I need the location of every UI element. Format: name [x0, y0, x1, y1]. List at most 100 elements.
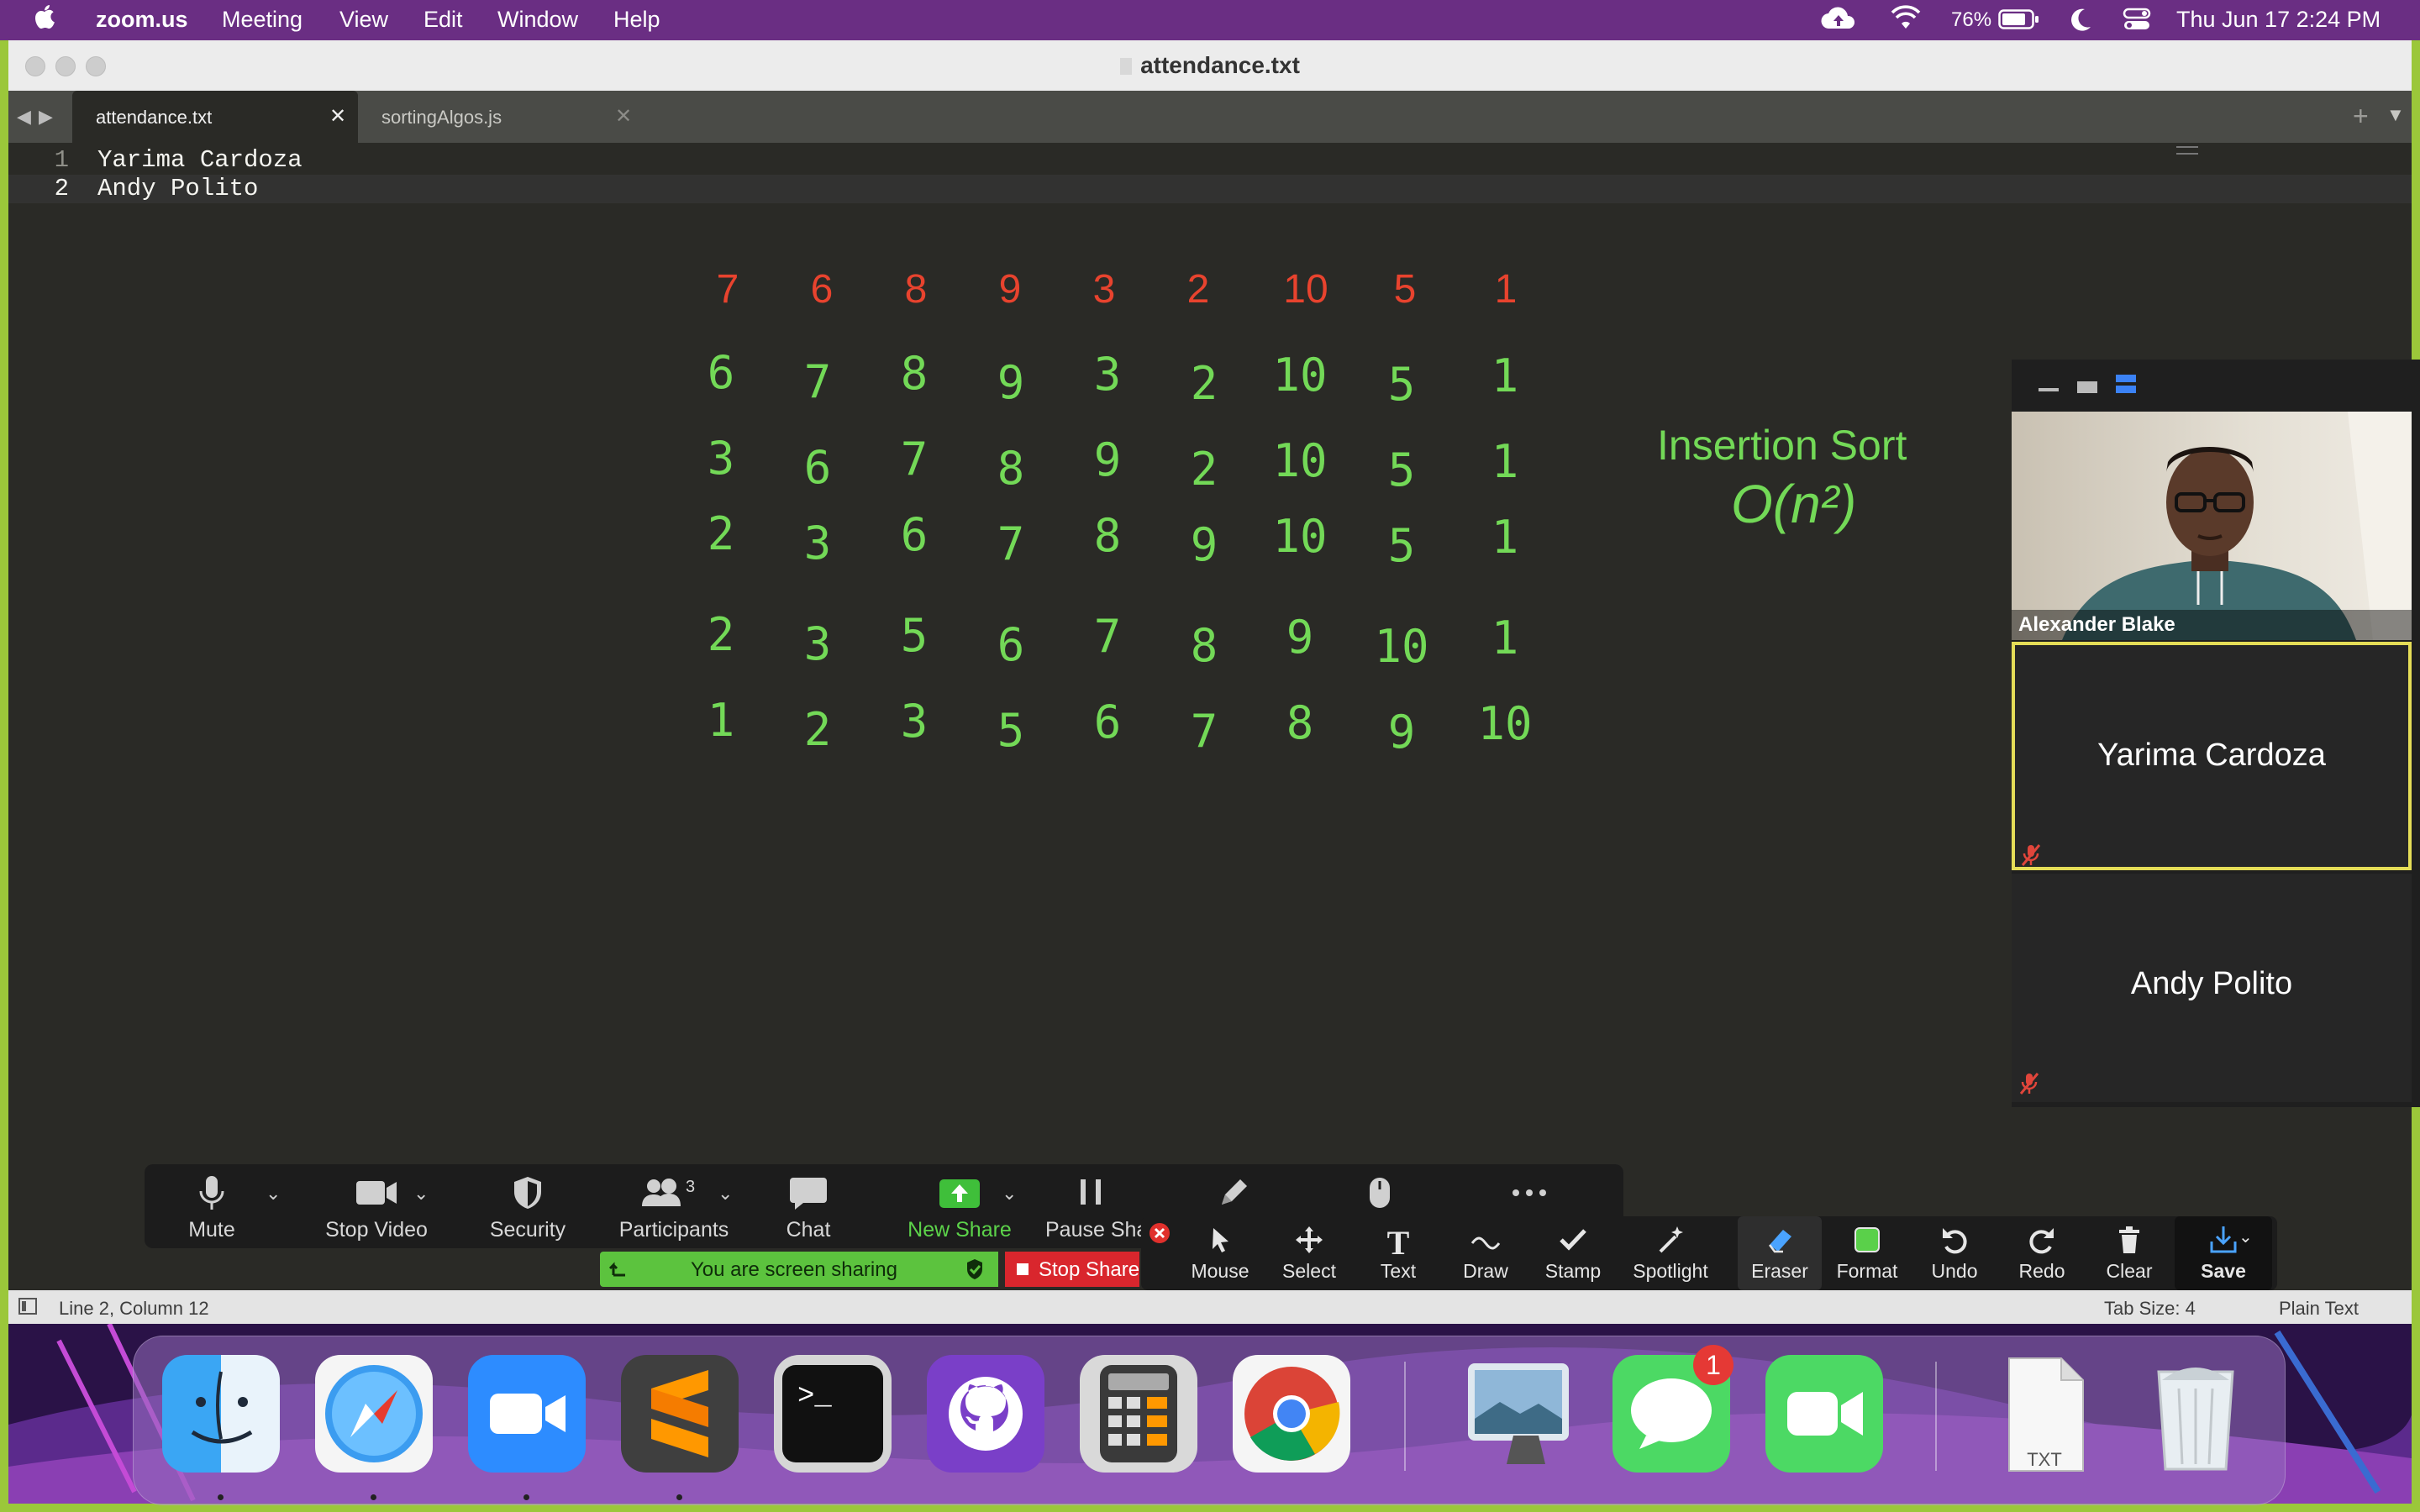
menu-app-name[interactable]: zoom.us — [96, 7, 188, 33]
original-array-value: 7 — [717, 267, 739, 312]
mute-button[interactable]: Mute — [170, 1164, 254, 1248]
control-center-icon[interactable] — [2123, 7, 2151, 38]
chevron-down-icon[interactable]: ⌄ — [2238, 1226, 2253, 1247]
security-label: Security — [489, 1218, 566, 1242]
battery-icon[interactable] — [1998, 8, 2040, 36]
toggle-sidebar-icon[interactable] — [18, 1298, 37, 1315]
safari-icon[interactable] — [315, 1355, 433, 1473]
annotate-select-button[interactable]: Select — [1265, 1216, 1353, 1290]
new-tab-icon[interactable]: + — [2353, 101, 2369, 132]
participants-label: Participants — [618, 1218, 729, 1242]
participants-button[interactable]: 3 Participants — [598, 1164, 750, 1248]
annotate-draw-button[interactable]: Draw — [1444, 1216, 1528, 1290]
new-share-button[interactable]: New Share — [884, 1164, 1035, 1248]
terminal-icon[interactable]: >_ — [774, 1355, 892, 1473]
notification-badge: 1 — [1693, 1345, 1733, 1385]
chrome-icon[interactable] — [1233, 1355, 1350, 1473]
preview-icon[interactable] — [1460, 1355, 1577, 1473]
tab-back-icon[interactable]: ◀ — [17, 106, 31, 128]
txt-document-icon[interactable]: TXT — [1986, 1355, 2103, 1473]
sort-pass-4-value: 2 — [708, 608, 735, 661]
close-annotation-icon[interactable] — [1148, 1221, 1171, 1249]
annotate-spotlight-button[interactable]: Spotlight — [1620, 1216, 1721, 1290]
original-array-value: 6 — [811, 267, 834, 312]
annotate-text-button[interactable]: T Text — [1356, 1216, 1440, 1290]
chevron-down-icon[interactable]: ⌄ — [413, 1183, 429, 1205]
menu-datetime[interactable]: Thu Jun 17 2:24 PM — [2176, 7, 2381, 33]
file-type-label: TXT — [2027, 1449, 2062, 1470]
sort-pass-5-value: 1 — [708, 694, 735, 747]
magic-wand-icon — [1620, 1223, 1721, 1257]
github-desktop-icon[interactable] — [927, 1355, 1044, 1473]
chevron-down-icon[interactable]: ⌄ — [1002, 1183, 1017, 1205]
syntax-selector[interactable]: Plain Text — [2279, 1298, 2359, 1320]
document-icon — [1120, 58, 1133, 75]
participant-video-feed — [2012, 412, 2412, 640]
sort-pass-2-value: 8 — [997, 442, 1025, 495]
sort-pass-5-value: 6 — [1094, 696, 1122, 748]
menu-item-meeting[interactable]: Meeting — [222, 7, 302, 33]
participant-tile[interactable]: Andy Polito — [2012, 874, 2412, 1102]
do-not-disturb-icon[interactable] — [2069, 7, 2092, 38]
drag-handle-icon[interactable] — [608, 1258, 630, 1286]
menu-item-view[interactable]: View — [339, 7, 388, 33]
tab-size-selector[interactable]: Tab Size: 4 — [2104, 1298, 2196, 1320]
speaker-view-icon[interactable] — [2077, 381, 2097, 393]
participant-name: Andy Polito — [2130, 966, 2293, 1001]
undo-label: Undo — [1931, 1260, 1978, 1282]
annotate-redo-button[interactable]: Redo — [2000, 1216, 2084, 1290]
save-label: Save — [2201, 1260, 2246, 1282]
shield-icon — [460, 1174, 595, 1211]
annotate-eraser-button[interactable]: Eraser — [1738, 1216, 1822, 1290]
stop-share-button[interactable]: Stop Share — [1005, 1252, 1139, 1287]
trash-icon[interactable] — [2137, 1355, 2254, 1473]
pause-share-button[interactable]: Pause Share — [1039, 1164, 1143, 1248]
participant-tile-active-speaker[interactable]: Yarima Cardoza — [2012, 642, 2412, 870]
participant-tile-video[interactable]: Alexander Blake — [2012, 412, 2412, 640]
sort-pass-1-value: 1 — [1491, 349, 1519, 402]
cloud-upload-icon[interactable] — [1820, 5, 1857, 38]
finder-icon[interactable] — [162, 1355, 280, 1473]
color-swatch-icon — [1825, 1223, 1909, 1257]
sort-pass-5-value: 3 — [901, 695, 929, 748]
annotate-format-button[interactable]: Format — [1825, 1216, 1909, 1290]
tab-attendance[interactable]: attendance.txt ✕ — [72, 91, 358, 143]
calculator-icon[interactable] — [1080, 1355, 1197, 1473]
annotate-undo-button[interactable]: Undo — [1912, 1216, 1996, 1290]
chat-button[interactable]: Chat — [758, 1164, 859, 1248]
zoom-app-icon[interactable] — [468, 1355, 586, 1473]
security-button[interactable]: Security — [460, 1164, 595, 1248]
chevron-down-icon[interactable]: ⌄ — [718, 1183, 733, 1205]
minimize-video-icon[interactable] — [2039, 388, 2059, 391]
annotate-clear-button[interactable]: Clear — [2087, 1216, 2171, 1290]
window-title-bar[interactable]: attendance.txt — [8, 40, 2412, 92]
wifi-icon[interactable] — [1891, 5, 1921, 36]
menu-item-window[interactable]: Window — [497, 7, 578, 33]
annotate-stamp-button[interactable]: Stamp — [1531, 1216, 1615, 1290]
annotate-mouse-button[interactable]: Mouse — [1178, 1216, 1262, 1290]
tab-close-icon[interactable]: ✕ — [615, 104, 632, 129]
gallery-view-icon[interactable] — [2116, 375, 2136, 393]
sort-pass-5-value: 2 — [804, 703, 832, 756]
tab-close-icon[interactable]: ✕ — [329, 104, 346, 129]
window-title-text: attendance.txt — [1140, 52, 1300, 78]
tab-list-icon[interactable]: ▼ — [2386, 104, 2405, 126]
tab-forward-icon[interactable]: ▶ — [39, 106, 53, 128]
tab-sortingalgos[interactable]: sortingAlgos.js ✕ — [360, 91, 645, 143]
sort-pass-3-value: 8 — [1094, 509, 1122, 562]
tab-bar: ◀ ▶ attendance.txt ✕ sortingAlgos.js ✕ +… — [8, 91, 2412, 143]
apple-icon[interactable] — [34, 3, 57, 38]
annotate-save-button[interactable]: ⌄ Save — [2175, 1216, 2272, 1290]
original-array-value: 3 — [1093, 267, 1116, 312]
messages-icon[interactable]: 1 — [1612, 1345, 1733, 1473]
screen-sharing-indicator[interactable]: You are screen sharing — [600, 1252, 998, 1287]
stop-video-button[interactable]: Stop Video — [309, 1164, 444, 1248]
chevron-down-icon[interactable]: ⌄ — [266, 1183, 281, 1205]
redo-label: Redo — [2018, 1260, 2065, 1282]
original-array-value: 10 — [1283, 267, 1328, 312]
menu-item-edit[interactable]: Edit — [424, 7, 463, 33]
running-indicator — [523, 1494, 529, 1500]
facetime-icon[interactable] — [1765, 1355, 1883, 1473]
menu-item-help[interactable]: Help — [613, 7, 660, 33]
sublime-text-icon[interactable] — [621, 1355, 739, 1473]
